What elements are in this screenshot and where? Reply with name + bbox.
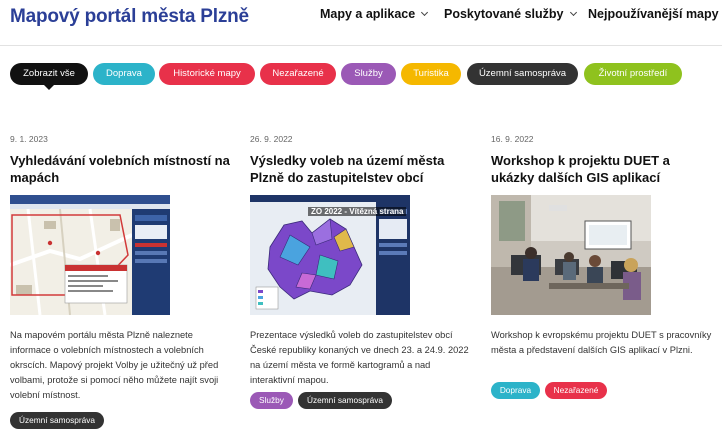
filter-nezarazene[interactable]: Nezařazené [260, 63, 336, 85]
nav-services[interactable]: Poskytované služby [444, 7, 577, 21]
article-date: 26. 9. 2022 [250, 134, 293, 144]
tag-doprava[interactable]: Doprava [491, 382, 540, 399]
filter-show-all[interactable]: Zobrazit vše [10, 63, 88, 90]
nav-maps-apps[interactable]: Mapy a aplikace [320, 7, 429, 21]
nav-label: Poskytované služby [444, 7, 564, 21]
tag-uzemni-samosprava[interactable]: Územní samospráva [298, 392, 392, 409]
filter-uzemni-samosprava[interactable]: Územní samospráva [467, 63, 578, 85]
article-date: 9. 1. 2023 [10, 134, 48, 144]
article-description: Na mapovém portálu města Plzně naleznete… [10, 330, 219, 400]
map-overlay-title: ZO 2022 - Vítězná strana [308, 207, 407, 216]
site-logo[interactable]: Mapový portál města Plzně [10, 6, 249, 28]
article-thumbnail[interactable] [491, 195, 651, 315]
article-title[interactable]: Workshop k projektu DUET a ukázky dalšíc… [491, 152, 713, 186]
filter-zivotni-prostredi[interactable]: Životní prostředí [584, 63, 682, 85]
filter-turistika[interactable]: Turistika [401, 63, 461, 85]
article-thumbnail[interactable]: ZO 2022 - Vítězná strana [250, 195, 410, 315]
article-date: 16. 9. 2022 [491, 134, 534, 144]
article-card[interactable]: 9. 1. 2023 Vyhledávání volebních místnos… [10, 134, 232, 429]
article-description: Workshop k evropskému projektu DUET s pr… [491, 330, 712, 355]
article-card[interactable]: 26. 9. 2022 Výsledky voleb na území měst… [250, 134, 472, 409]
chevron-down-icon [421, 8, 429, 17]
tag-nezarazene[interactable]: Nezařazené [545, 382, 607, 399]
article-description: Prezentace výsledků voleb do zastupitels… [250, 330, 469, 385]
article-thumbnail[interactable] [10, 195, 170, 315]
filter-historicke-mapy[interactable]: Historické mapy [159, 63, 255, 85]
article-card[interactable]: 16. 9. 2022 Workshop k projektu DUET a u… [491, 134, 713, 399]
site-header: Mapový portál města Plzně Mapy a aplikac… [0, 0, 722, 46]
tag-uzemni-samosprava[interactable]: Územní samospráva [10, 412, 104, 429]
tag-sluzby[interactable]: Služby [250, 392, 293, 409]
filter-doprava[interactable]: Doprava [93, 63, 155, 85]
filter-sluzby[interactable]: Služby [341, 63, 396, 85]
article-title[interactable]: Vyhledávání volebních místností na mapác… [10, 152, 232, 186]
article-title[interactable]: Výsledky voleb na území města Plzně do z… [250, 152, 472, 186]
nav-label: Mapy a aplikace [320, 7, 416, 21]
nav-label: Nejpoužívanější mapy [588, 7, 719, 21]
chevron-down-icon [569, 8, 577, 17]
nav-popular-maps[interactable]: Nejpoužívanější mapy [588, 7, 719, 21]
